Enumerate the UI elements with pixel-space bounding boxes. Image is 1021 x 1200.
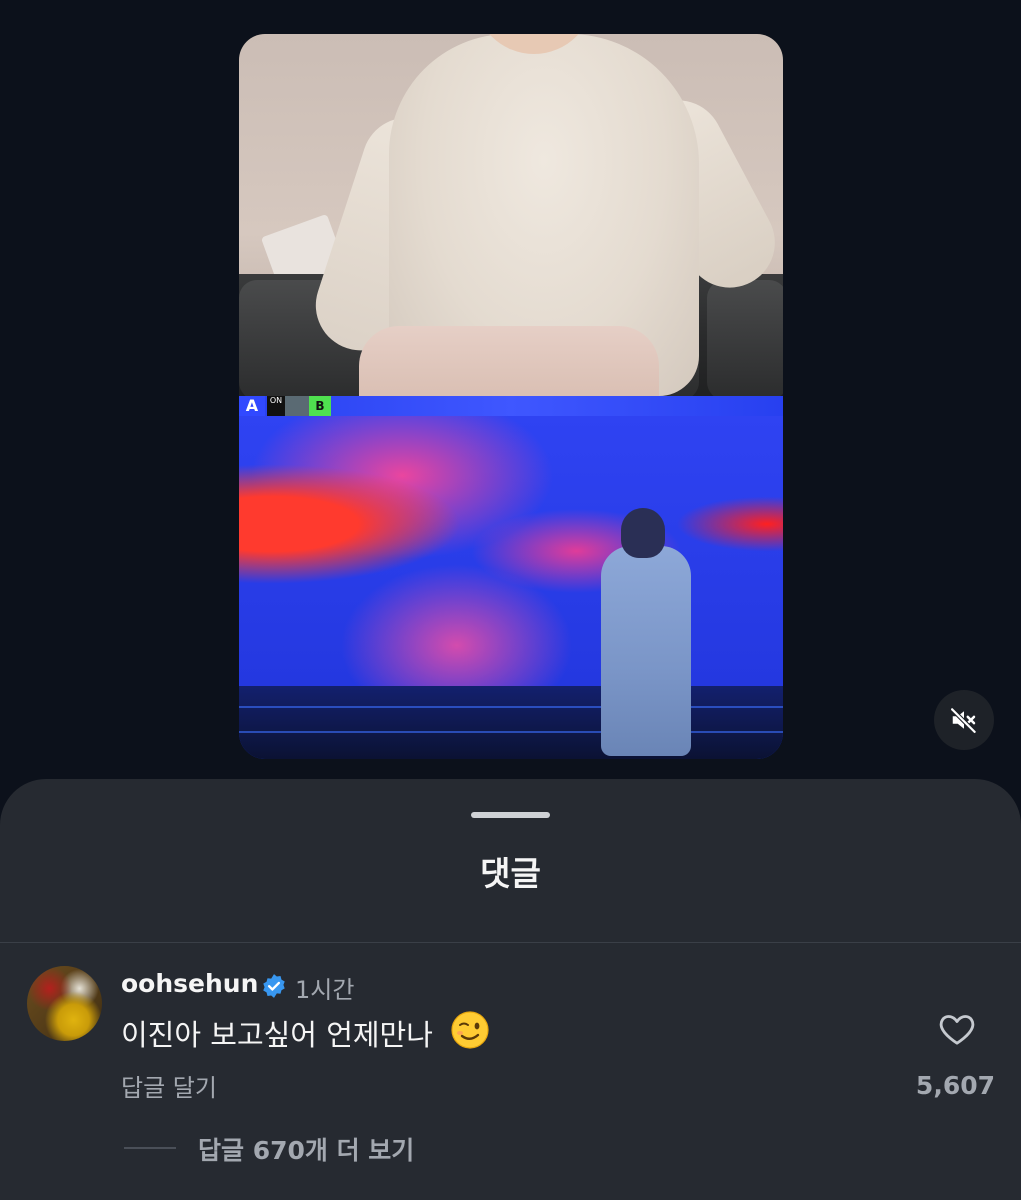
heart-outline-icon[interactable] (936, 1009, 978, 1049)
video-bottom-clip: A ON B (239, 396, 783, 759)
comments-sheet: 댓글 oohsehun 1시간 이진아 보고싶어 언제만나 답글 달기 5,60… (0, 779, 1021, 1200)
comment-timestamp: 1시간 (295, 976, 355, 1004)
mute-toggle-button[interactable] (934, 690, 994, 750)
broadcast-logo-on: ON (267, 396, 285, 416)
like-count: 5,607 (915, 1071, 995, 1100)
verified-badge-icon (263, 974, 285, 998)
sheet-title: 댓글 (480, 854, 541, 893)
stage-led-wall (239, 416, 783, 686)
view-replies-button[interactable]: 답글 670개 더 보기 (198, 1131, 414, 1167)
avatar[interactable] (27, 966, 102, 1041)
dancer-head (621, 508, 665, 558)
speaker-muted-icon (949, 706, 978, 735)
stage-floor (239, 686, 783, 759)
video-player[interactable]: A ON B (239, 34, 783, 759)
video-top-clip (239, 34, 783, 396)
child-pants (359, 326, 659, 396)
broadcast-logo-block (285, 396, 309, 416)
reply-button[interactable]: 답글 달기 (121, 1068, 217, 1103)
drag-handle[interactable] (471, 812, 550, 818)
comment-username[interactable]: oohsehun (121, 969, 258, 998)
dancer-figure (601, 546, 691, 756)
comment-text: 이진아 보고싶어 언제만나 (121, 1018, 433, 1052)
app-screen: A ON B 댓글 oohsehun 1시간 이진아 보고싶어 언제만나 답글 … (0, 0, 1021, 1200)
broadcast-logo-a: A (239, 396, 265, 416)
divider (0, 942, 1021, 943)
replies-connector-line (124, 1147, 176, 1149)
winking-face-icon (451, 1011, 489, 1049)
broadcast-logo-b: B (309, 396, 331, 416)
